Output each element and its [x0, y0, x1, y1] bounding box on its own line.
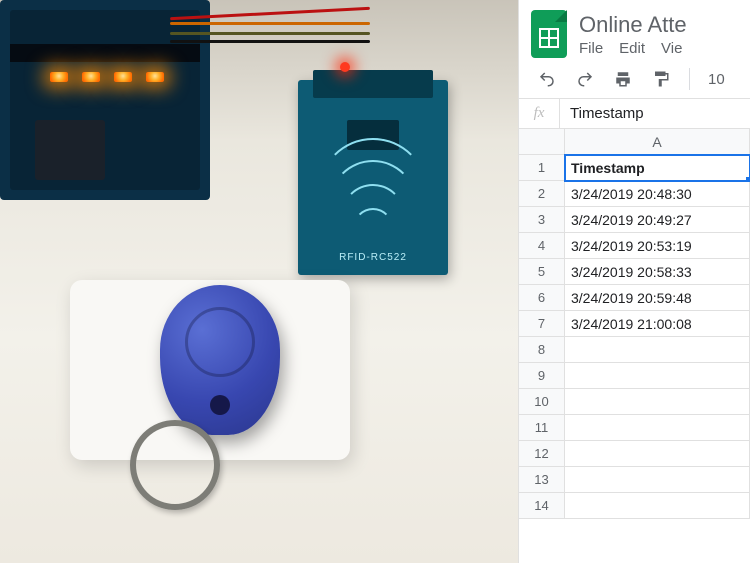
row-number[interactable]: 4: [519, 233, 565, 259]
cell[interactable]: 3/24/2019 20:53:19: [565, 233, 750, 259]
table-row: 9: [519, 363, 750, 389]
arduino-board: [0, 0, 210, 200]
cell[interactable]: 3/24/2019 21:00:08: [565, 311, 750, 337]
cell[interactable]: [565, 363, 750, 389]
table-row: 63/24/2019 20:59:48: [519, 285, 750, 311]
table-row: 13: [519, 467, 750, 493]
table-row: 33/24/2019 20:49:27: [519, 207, 750, 233]
zoom-dropdown[interactable]: 10: [708, 71, 725, 88]
cell-a1[interactable]: Timestamp: [565, 155, 750, 181]
row-number[interactable]: 8: [519, 337, 565, 363]
board-led: [82, 72, 100, 82]
column-header-a[interactable]: A: [565, 129, 750, 155]
jumper-wire: [170, 40, 370, 43]
row-number[interactable]: 2: [519, 181, 565, 207]
cell[interactable]: [565, 337, 750, 363]
select-all-corner[interactable]: [519, 129, 565, 155]
sd-slot: [35, 120, 105, 180]
row-number[interactable]: 13: [519, 467, 565, 493]
cell[interactable]: 3/24/2019 20:58:33: [565, 259, 750, 285]
row-number[interactable]: 10: [519, 389, 565, 415]
cell[interactable]: 3/24/2019 20:59:48: [565, 285, 750, 311]
print-icon[interactable]: [613, 69, 633, 89]
menu-edit[interactable]: Edit: [619, 40, 645, 57]
spreadsheet-grid[interactable]: A 1Timestamp 23/24/2019 20:48:30 33/24/2…: [519, 129, 750, 563]
menu-view[interactable]: Vie: [661, 40, 682, 57]
table-row: 14: [519, 493, 750, 519]
toolbar: 10: [519, 62, 750, 99]
rfid-power-led: [340, 62, 350, 72]
table-row: 1Timestamp: [519, 155, 750, 181]
hardware-photo: RFID-RC522: [0, 0, 518, 563]
menu-file[interactable]: File: [579, 40, 603, 57]
row-number[interactable]: 11: [519, 415, 565, 441]
row-number[interactable]: 9: [519, 363, 565, 389]
google-sheets-logo-icon[interactable]: [531, 10, 567, 58]
cell[interactable]: [565, 441, 750, 467]
row-number[interactable]: 5: [519, 259, 565, 285]
fx-icon: fx: [519, 105, 559, 122]
row-number[interactable]: 1: [519, 155, 565, 181]
table-row: 53/24/2019 20:58:33: [519, 259, 750, 285]
cell[interactable]: 3/24/2019 20:48:30: [565, 181, 750, 207]
table-row: 73/24/2019 21:00:08: [519, 311, 750, 337]
cell[interactable]: [565, 493, 750, 519]
cell[interactable]: [565, 415, 750, 441]
cell[interactable]: 3/24/2019 20:49:27: [565, 207, 750, 233]
table-row: 8: [519, 337, 750, 363]
rfid-module-label: RFID-RC522: [298, 252, 448, 263]
paint-format-icon[interactable]: [651, 69, 671, 89]
table-row: 11: [519, 415, 750, 441]
table-row: 43/24/2019 20:53:19: [519, 233, 750, 259]
rfid-module: RFID-RC522: [298, 80, 448, 275]
menu-bar: File Edit Vie: [579, 40, 687, 57]
board-led: [114, 72, 132, 82]
redo-icon[interactable]: [575, 69, 595, 89]
jumper-wire: [170, 32, 370, 35]
row-number[interactable]: 7: [519, 311, 565, 337]
google-sheets-window: Online Atte File Edit Vie 10 fx Timestam…: [518, 0, 750, 563]
row-number[interactable]: 6: [519, 285, 565, 311]
cell[interactable]: [565, 467, 750, 493]
keyring: [130, 420, 220, 510]
board-led: [50, 72, 68, 82]
row-number[interactable]: 3: [519, 207, 565, 233]
board-led: [146, 72, 164, 82]
formula-bar: fx Timestamp: [519, 99, 750, 129]
row-number[interactable]: 12: [519, 441, 565, 467]
rfid-keyfob: [160, 285, 280, 435]
table-row: 12: [519, 441, 750, 467]
row-number[interactable]: 14: [519, 493, 565, 519]
undo-icon[interactable]: [537, 69, 557, 89]
formula-input[interactable]: Timestamp: [560, 105, 644, 122]
jumper-wire: [170, 22, 370, 25]
column-header-row: A: [519, 129, 750, 155]
table-row: 10: [519, 389, 750, 415]
cell[interactable]: [565, 389, 750, 415]
table-row: 23/24/2019 20:48:30: [519, 181, 750, 207]
document-title[interactable]: Online Atte: [579, 12, 687, 38]
